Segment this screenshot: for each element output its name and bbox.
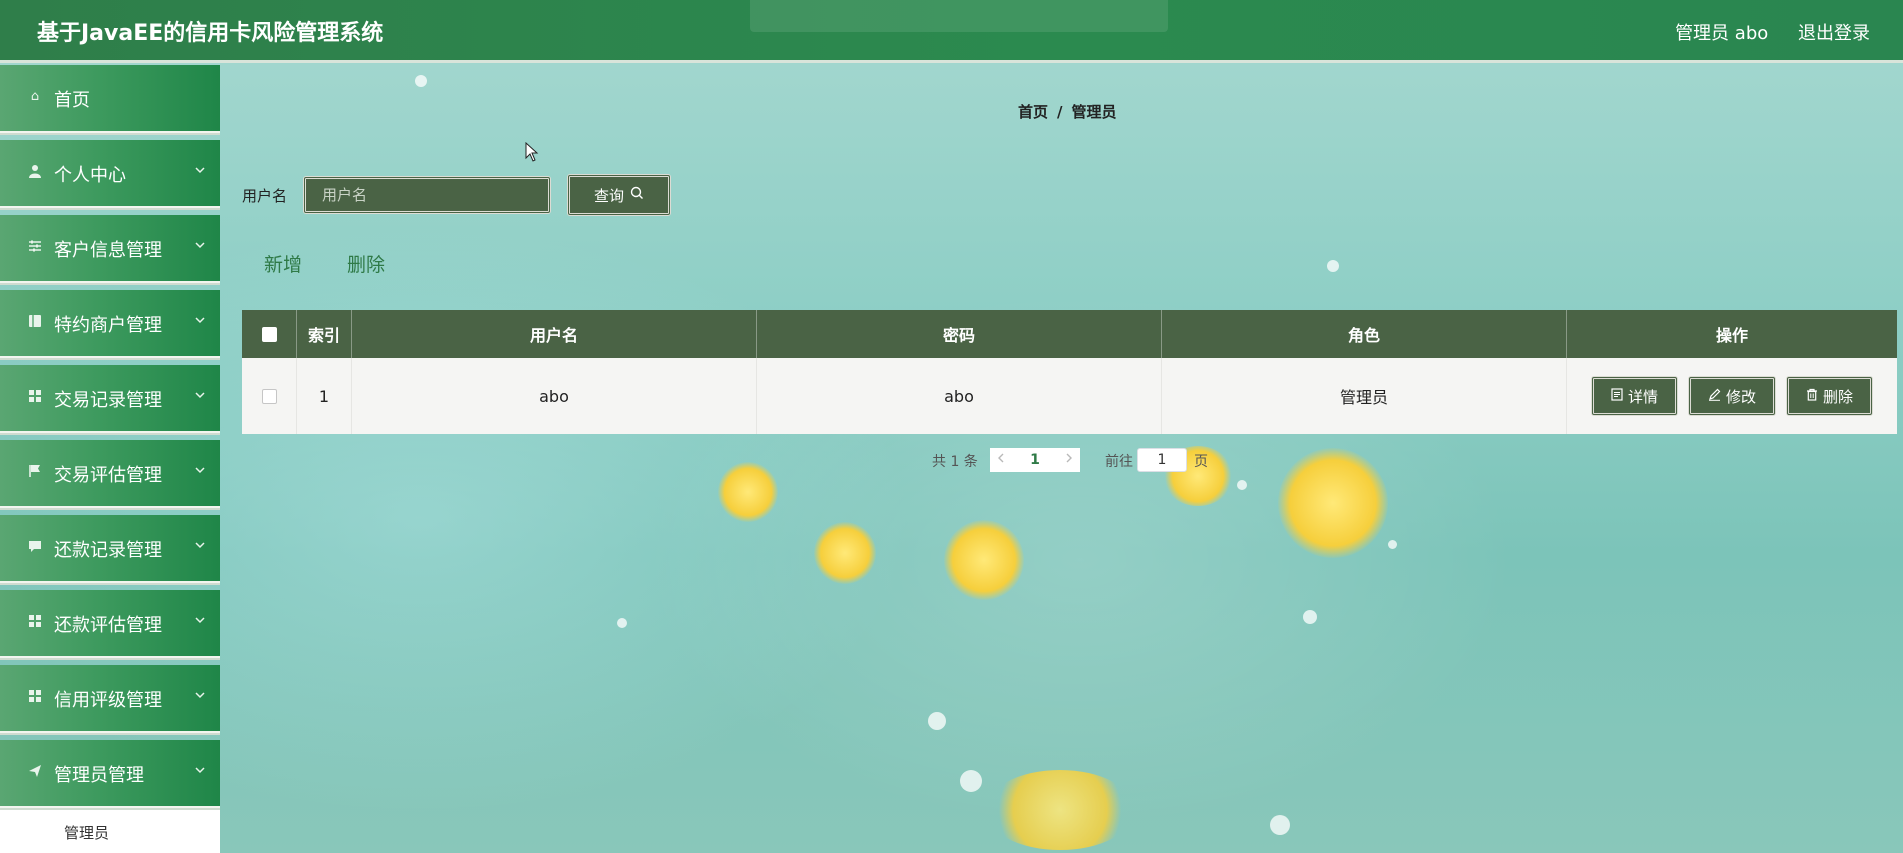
edit-button[interactable]: 修改 <box>1687 376 1776 416</box>
sidebar-item-label: 管理员管理 <box>54 765 144 786</box>
sidebar-item-admin-management[interactable]: 管理员管理 <box>0 740 220 808</box>
column-header-password: 密码 <box>757 310 1162 358</box>
grid-icon <box>27 389 43 405</box>
detail-button[interactable]: 详情 <box>1590 376 1678 416</box>
header-user-area: 管理员 abo 退出登录 <box>1651 19 1870 45</box>
admin-submenu: 管理员 <box>0 810 220 853</box>
sliders-icon <box>27 239 43 255</box>
chevron-down-icon <box>192 162 208 178</box>
cell-actions: 详情 修改 删除 <box>1567 358 1897 434</box>
sidebar-item-label: 首页 <box>54 90 90 111</box>
sidebar-item-transaction-evaluation[interactable]: 交易评估管理 <box>0 440 220 508</box>
pagination-pager: 1 <box>990 448 1080 472</box>
sidebar-item-label: 信用评级管理 <box>54 690 162 711</box>
mouse-cursor <box>525 141 539 166</box>
sidebar-item-label: 还款记录管理 <box>54 540 162 561</box>
chevron-down-icon <box>192 237 208 253</box>
column-header-index: 索引 <box>297 310 352 358</box>
user-icon <box>27 164 43 180</box>
sidebar-item-label: 还款评估管理 <box>54 615 162 636</box>
sidebar-item-customer-info[interactable]: 客户信息管理 <box>0 215 220 283</box>
chevron-down-icon <box>192 462 208 478</box>
detail-button-label: 详情 <box>1627 387 1658 406</box>
page-suffix: 页 <box>1194 454 1208 470</box>
grid-icon <box>27 689 43 705</box>
cell-username: abo <box>352 358 757 434</box>
column-header-actions: 操作 <box>1715 326 1748 345</box>
prev-page-button[interactable] <box>996 452 1006 468</box>
search-label: 用户名 <box>242 187 288 205</box>
breadcrumb-current: 管理员 <box>1071 103 1117 121</box>
chevron-down-icon <box>192 537 208 553</box>
pencil-icon <box>1708 387 1721 405</box>
column-header-role: 角色 <box>1162 310 1567 358</box>
message-icon <box>27 539 43 555</box>
next-page-button[interactable] <box>1064 452 1074 468</box>
delete-button[interactable]: 删除 <box>1786 376 1874 416</box>
current-user-label: 管理员 abo <box>1675 23 1769 44</box>
app-title: 基于JavaEE的信用卡风险管理系统 <box>37 21 384 46</box>
logout-link[interactable]: 退出登录 <box>1798 23 1870 44</box>
goto-label: 前往 <box>1105 454 1133 470</box>
search-icon <box>630 186 644 204</box>
sidebar-item-label: 交易评估管理 <box>54 465 162 486</box>
cell-role: 管理员 <box>1162 358 1567 434</box>
sidebar-item-label: 交易记录管理 <box>54 390 162 411</box>
search-button[interactable]: 查询 <box>567 174 671 216</box>
home-icon: ⌂ <box>30 89 40 104</box>
select-all-checkbox[interactable] <box>261 326 277 342</box>
sidebar-item-credit-rating[interactable]: 信用评级管理 <box>0 665 220 733</box>
sidebar-item-merchant[interactable]: 特约商户管理 <box>0 290 220 358</box>
sidebar-item-home[interactable]: ⌂ 首页 <box>0 65 220 133</box>
cell-password: abo <box>757 358 1162 434</box>
breadcrumb-separator: / <box>1057 103 1063 121</box>
table-header: 索引 用户名 密码 角色 操作 <box>242 310 1897 358</box>
delete-button-label: 删除 <box>1823 387 1854 406</box>
cell-index: 1 <box>297 358 352 434</box>
book-icon <box>27 314 43 330</box>
column-header-username: 用户名 <box>352 310 757 358</box>
sidebar-item-repayment-evaluation[interactable]: 还款评估管理 <box>0 590 220 658</box>
search-button-label: 查询 <box>593 186 624 205</box>
sidebar: ⌂ 首页 个人中心 客户信息管理 特约商户管理 交易记录管理 交易评估管理 还款… <box>0 65 220 853</box>
sidebar-item-transaction-record[interactable]: 交易记录管理 <box>0 365 220 433</box>
sidebar-item-label: 个人中心 <box>54 165 126 186</box>
document-icon <box>1611 387 1623 405</box>
sidebar-item-label: 特约商户管理 <box>54 315 162 336</box>
chevron-down-icon <box>192 762 208 778</box>
chevron-down-icon <box>192 687 208 703</box>
edit-button-label: 修改 <box>1725 387 1756 406</box>
chevron-down-icon <box>192 612 208 628</box>
sidebar-item-label: 客户信息管理 <box>54 240 162 261</box>
table-row: 1 abo abo 管理员 详情 修改 删除 <box>242 358 1897 434</box>
grid-icon <box>27 614 43 630</box>
row-select-cell <box>242 358 297 434</box>
header-select-all-cell <box>242 310 297 358</box>
breadcrumb-home[interactable]: 首页 <box>1018 103 1048 121</box>
flag-icon <box>27 464 43 480</box>
toast-notification <box>750 0 1168 32</box>
row-checkbox[interactable] <box>261 388 277 404</box>
chevron-down-icon <box>192 312 208 328</box>
chevron-down-icon <box>192 387 208 403</box>
add-button[interactable]: 新增 <box>264 250 302 277</box>
trash-icon <box>1806 387 1818 405</box>
batch-delete-button[interactable]: 删除 <box>347 250 385 277</box>
sidebar-item-repayment-record[interactable]: 还款记录管理 <box>0 515 220 583</box>
top-header: 基于JavaEE的信用卡风险管理系统 管理员 abo 退出登录 <box>0 0 1903 63</box>
goto-page-input[interactable] <box>1137 448 1187 472</box>
pagination-total: 共 1 条 <box>932 454 978 470</box>
username-search-input[interactable] <box>303 176 551 214</box>
send-icon <box>27 764 43 780</box>
submenu-item-admin[interactable]: 管理员 <box>64 822 109 843</box>
sidebar-item-personal-center[interactable]: 个人中心 <box>0 140 220 208</box>
page-number-current[interactable]: 1 <box>1030 452 1040 468</box>
breadcrumb: 首页 / 管理员 <box>1018 101 1117 122</box>
